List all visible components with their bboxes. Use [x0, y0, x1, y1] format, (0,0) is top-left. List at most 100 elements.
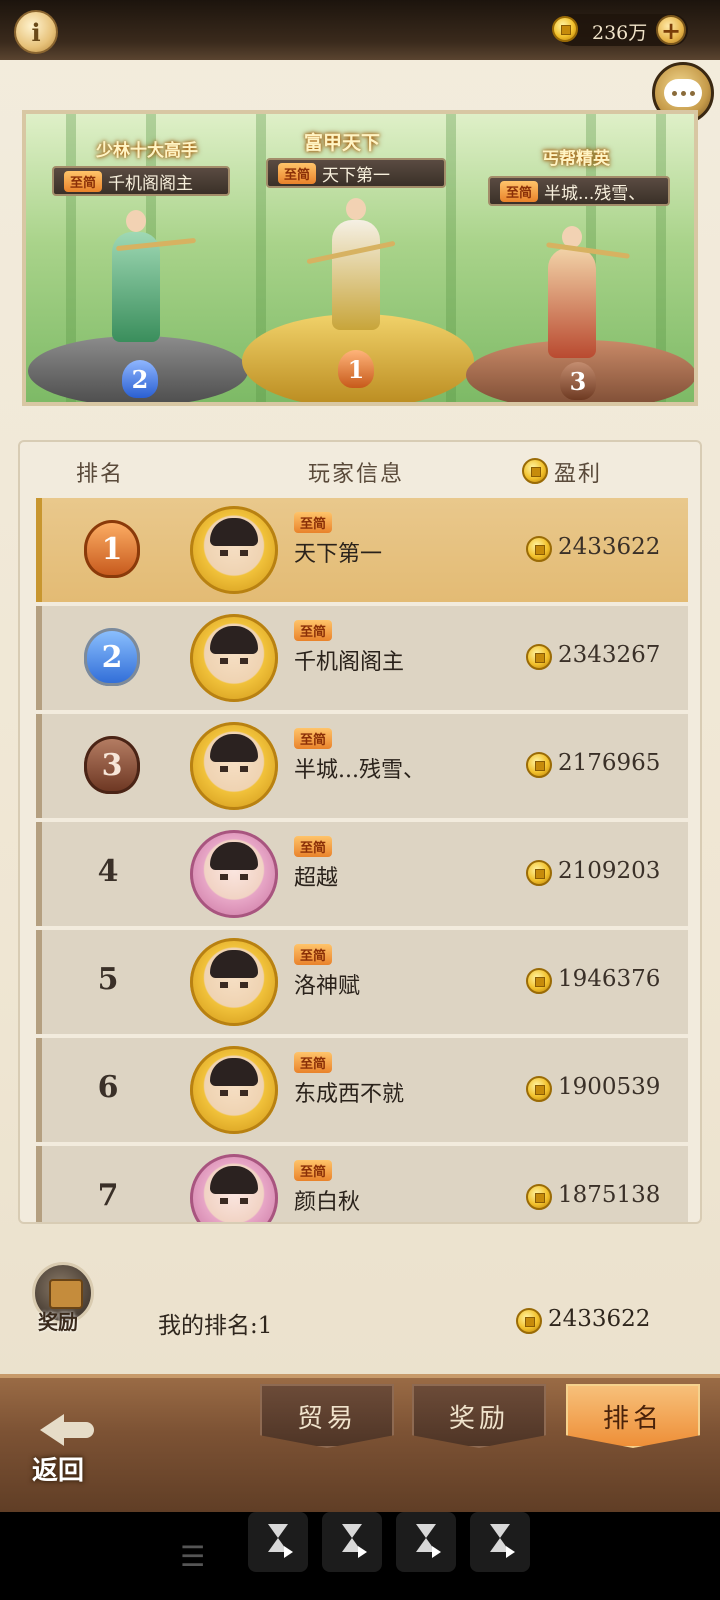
back-button[interactable]: 返回	[22, 1412, 106, 1486]
info-icon[interactable]: i	[14, 10, 58, 54]
player-name: 天下第一	[294, 542, 383, 567]
reward-label: 奖励	[38, 1310, 78, 1334]
table-row[interactable]: 2 至简 千机阁阁主 2343267	[36, 606, 688, 710]
vip-badge: 至简	[500, 180, 539, 202]
my-profit: 2433622	[548, 1306, 651, 1332]
vip-badge: 至简	[294, 944, 333, 965]
coin-icon	[552, 16, 578, 42]
podium-3-character	[548, 226, 596, 358]
avatar	[190, 1154, 278, 1222]
table-header: 排名 玩家信息 盈利	[20, 442, 700, 500]
table-row[interactable]: 6 至简 东成西不就 1900539	[36, 1038, 688, 1142]
speed-button-4[interactable]	[470, 1512, 530, 1572]
profit-value: 2109203	[558, 858, 661, 884]
profit-value: 1875138	[558, 1182, 661, 1208]
vip-badge: 至简	[294, 1160, 333, 1181]
header-rank: 排名	[76, 462, 125, 487]
profit-value: 2433622	[558, 534, 661, 560]
play-icon	[284, 1546, 293, 1558]
hourglass-icon	[416, 1524, 436, 1538]
coin-icon	[526, 1184, 552, 1210]
vip-badge: 至简	[294, 620, 333, 641]
table-row[interactable]: 5 至简 洛神赋 1946376	[36, 930, 688, 1034]
coin-amount: 236万	[592, 22, 648, 44]
table-row[interactable]: 1 至简 天下第一 2433622	[36, 498, 688, 602]
coin-icon	[526, 752, 552, 778]
hourglass-icon	[490, 1524, 510, 1538]
player-name: 千机阁阁主	[294, 650, 405, 675]
player-name: 东成西不就	[294, 1082, 405, 1107]
podium-1-rank: 1	[338, 350, 374, 388]
header-player: 玩家信息	[308, 462, 405, 487]
play-icon	[358, 1546, 367, 1558]
profit-value: 1900539	[558, 1074, 661, 1100]
coin-icon	[526, 644, 552, 670]
player-name: 颜白秋	[294, 1190, 361, 1215]
my-rank: 我的排名:1	[158, 1313, 273, 1339]
tab-ranking[interactable]: 排名	[566, 1384, 700, 1448]
hourglass-icon	[342, 1524, 362, 1538]
podium-1-character	[332, 198, 380, 330]
podium-2-title: 少林十大高手	[96, 141, 198, 161]
podium-3-name: 半城...残雪、	[544, 183, 646, 204]
speed-button-3[interactable]	[396, 1512, 456, 1572]
podium-1-namebar: 至简 天下第一	[266, 158, 446, 188]
speed-button-2[interactable]	[322, 1512, 382, 1572]
chat-icon	[664, 79, 702, 107]
menu-icon[interactable]: ☰	[180, 1540, 205, 1573]
rank-number: 5	[97, 962, 119, 997]
avatar	[190, 722, 278, 810]
player-name: 超越	[294, 866, 339, 891]
profit-value: 2343267	[558, 642, 661, 668]
profit-value: 2176965	[558, 750, 661, 776]
podium-2-namebar: 至简 千机阁阁主	[52, 166, 230, 196]
player-name: 半城...残雪、	[294, 758, 425, 783]
podium-3-namebar: 至简 半城...残雪、	[488, 176, 670, 206]
coin-icon	[516, 1308, 542, 1334]
avatar	[190, 506, 278, 594]
coin-icon	[526, 860, 552, 886]
play-icon	[506, 1546, 515, 1558]
rank-number: 7	[97, 1178, 119, 1213]
coin-icon	[526, 1076, 552, 1102]
rank-number: 6	[97, 1070, 119, 1105]
rank-medal-gold: 1	[84, 520, 140, 578]
ranking-list[interactable]: 1 至简 天下第一 2433622 2 至简 千机阁阁主 2343267 3 至…	[36, 498, 688, 1222]
vip-badge: 至简	[278, 162, 317, 184]
table-row[interactable]: 3 至简 半城...残雪、 2176965	[36, 714, 688, 818]
hourglass-icon	[268, 1524, 288, 1538]
podium-3-rank: 3	[560, 362, 596, 400]
header-profit: 盈利	[554, 462, 603, 487]
coin-icon	[526, 536, 552, 562]
add-coins-button[interactable]: +	[656, 15, 686, 45]
play-icon	[432, 1546, 441, 1558]
profit-value: 1946376	[558, 966, 661, 992]
ranking-panel: 排名 玩家信息 盈利 1 至简 天下第一 2433622 2 至简 千机阁阁主 …	[18, 440, 702, 1224]
player-name: 洛神赋	[294, 974, 361, 999]
chest-icon	[49, 1279, 83, 1309]
podium-2-name: 千机阁阁主	[108, 173, 194, 194]
tab-reward[interactable]: 奖励	[412, 1384, 546, 1448]
vip-badge: 至简	[294, 728, 333, 749]
vip-badge: 至简	[294, 836, 333, 857]
avatar	[190, 830, 278, 918]
speed-button-1[interactable]	[248, 1512, 308, 1572]
podium-2-rank: 2	[122, 360, 158, 398]
vip-badge: 至简	[294, 1052, 333, 1073]
rank-medal-silver: 2	[84, 628, 140, 686]
coin-icon	[526, 968, 552, 994]
back-label: 返回	[32, 1456, 85, 1486]
podium-1-name: 天下第一	[322, 165, 391, 186]
podium-1-title: 富甲天下	[304, 132, 381, 154]
table-row[interactable]: 4 至简 超越 2109203	[36, 822, 688, 926]
podium-3-title: 丐帮精英	[542, 149, 610, 169]
top-three-banner: 少林十大高手 至简 千机阁阁主 2 富甲天下 至简 天下第一 1 丐帮精英 至简…	[22, 110, 698, 406]
avatar	[190, 1046, 278, 1134]
vip-badge: 至简	[64, 170, 103, 192]
rank-medal-bronze: 3	[84, 736, 140, 794]
vip-badge: 至简	[294, 512, 333, 533]
avatar	[190, 938, 278, 1026]
table-row[interactable]: 7 至简 颜白秋 1875138	[36, 1146, 688, 1222]
avatar	[190, 614, 278, 702]
tab-trade[interactable]: 贸易	[260, 1384, 394, 1448]
